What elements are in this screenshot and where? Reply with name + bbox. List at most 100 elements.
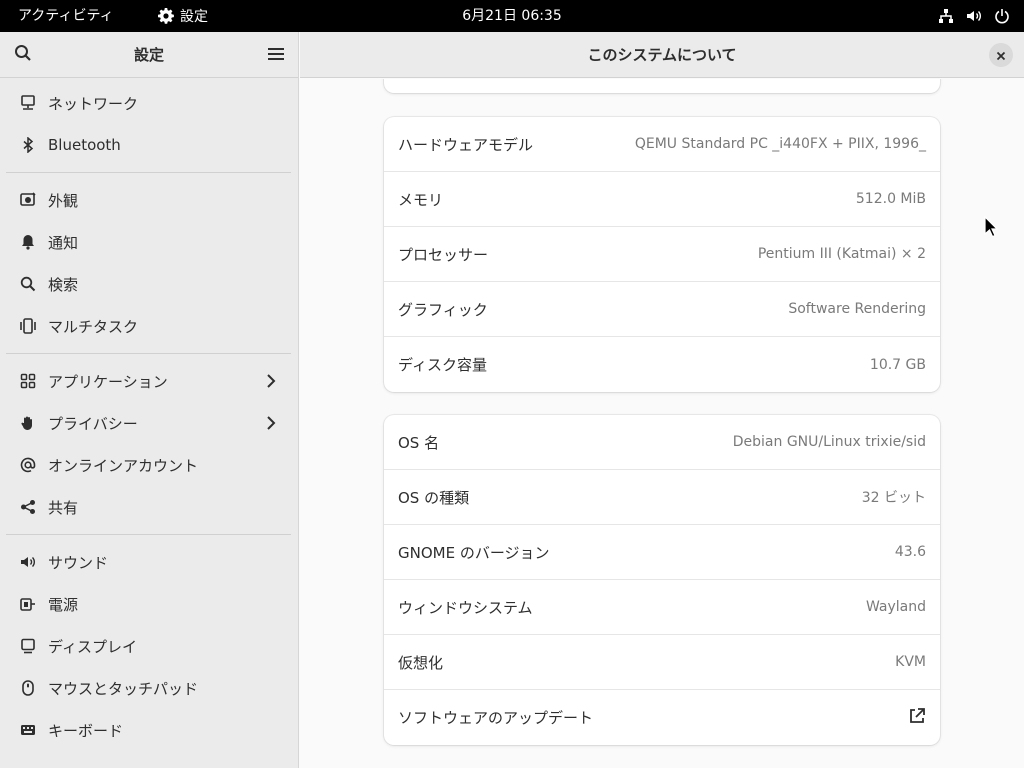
sidebar-item-label: マウスとタッチパッド (48, 679, 199, 698)
external-link-icon (908, 707, 926, 729)
sidebar-list: ネットワーク Bluetooth 外観 通知 検索 マルチタスク アプリケーショ… (0, 78, 298, 751)
scroll-content[interactable]: ハードウェアモデル QEMU Standard PC _i440FX + PII… (300, 79, 1024, 768)
sidebar-item-privacy[interactable]: プライバシー (0, 402, 298, 444)
settings-window: 設定 ネットワーク Bluetooth 外観 通知 検索 マルチタスク アプリケ… (0, 32, 1024, 768)
bluetooth-icon (19, 136, 37, 154)
power-icon (994, 8, 1010, 24)
info-row-os-name: OS 名 Debian GNU/Linux trixie/sid (384, 415, 940, 470)
sidebar-header: 設定 (0, 32, 298, 78)
multitasking-icon (19, 317, 37, 335)
apps-grid-icon (19, 372, 37, 390)
page-title: このシステムについて (587, 46, 737, 64)
sidebar-item-label: ネットワーク (48, 94, 139, 113)
keyboard-icon (19, 721, 37, 739)
info-row-memory: メモリ 512.0 MiB (384, 172, 940, 227)
mouse-pointer-icon (984, 215, 999, 242)
hand-icon (19, 414, 37, 432)
info-value: 43.6 (894, 544, 926, 560)
sidebar-item-label: 外観 (48, 191, 79, 210)
main-header: このシステムについて (300, 32, 1024, 78)
sidebar-item-label: プライバシー (48, 414, 138, 433)
sidebar-item-bluetooth[interactable]: Bluetooth (0, 124, 298, 166)
info-label: GNOME のバージョン (398, 543, 550, 562)
hardware-info-card: ハードウェアモデル QEMU Standard PC _i440FX + PII… (384, 117, 940, 392)
sidebar-item-label: 電源 (48, 595, 79, 614)
sidebar-item-display[interactable]: ディスプレイ (0, 625, 298, 667)
sidebar-item-notifications[interactable]: 通知 (0, 221, 298, 263)
info-row-gnome-version: GNOME のバージョン 43.6 (384, 525, 940, 580)
software-updates-row[interactable]: ソフトウェアのアップデート (384, 690, 940, 745)
sidebar-separator (6, 353, 291, 354)
info-label: グラフィック (398, 300, 488, 319)
chevron-right-icon (266, 415, 276, 435)
info-label: プロセッサー (398, 245, 489, 264)
sidebar-item-label: ディスプレイ (48, 637, 137, 656)
info-value: 32 ビット (861, 490, 926, 506)
info-value: KVM (895, 654, 926, 670)
mouse-icon (19, 679, 37, 697)
speaker-icon (19, 553, 37, 571)
close-button[interactable] (989, 43, 1013, 67)
sidebar-item-power[interactable]: 電源 (0, 583, 298, 625)
hamburger-icon (268, 46, 284, 65)
clock[interactable]: 6月21日 06:35 (0, 0, 1024, 32)
network-icon (19, 94, 37, 112)
at-icon (19, 456, 37, 474)
sidebar-item-network[interactable]: ネットワーク (0, 82, 298, 124)
sidebar-separator (6, 534, 291, 535)
system-tray[interactable] (938, 0, 1010, 32)
software-info-card: OS 名 Debian GNU/Linux trixie/sid OS の種類 … (384, 415, 940, 745)
sidebar-item-mouse-touchpad[interactable]: マウスとタッチパッド (0, 667, 298, 709)
sidebar-item-label: 通知 (48, 233, 79, 252)
search-icon (19, 275, 37, 293)
chevron-right-icon (266, 373, 276, 393)
device-name-card (384, 79, 940, 93)
wired-network-icon (938, 8, 954, 24)
sidebar-item-label: Bluetooth (48, 136, 121, 154)
info-row-os-type: OS の種類 32 ビット (384, 470, 940, 525)
info-value: Pentium III (Katmai) × 2 (757, 246, 926, 262)
sidebar-separator (6, 172, 291, 173)
info-label: 仮想化 (398, 653, 444, 672)
info-label: ハードウェアモデル (398, 135, 534, 154)
info-label: OS の種類 (398, 488, 470, 507)
sidebar-item-keyboard[interactable]: キーボード (0, 709, 298, 751)
display-icon (19, 637, 37, 655)
info-row-graphics: グラフィック Software Rendering (384, 282, 940, 337)
sidebar-item-search[interactable]: 検索 (0, 263, 298, 305)
sidebar-item-appearance[interactable]: 外観 (0, 179, 298, 221)
sidebar-item-online-accounts[interactable]: オンラインアカウント (0, 444, 298, 486)
sidebar-item-label: アプリケーション (48, 372, 168, 391)
info-label: OS 名 (398, 433, 440, 452)
sidebar-item-applications[interactable]: アプリケーション (0, 360, 298, 402)
info-label: ディスク容量 (398, 356, 487, 374)
info-value: Debian GNU/Linux trixie/sid (732, 434, 926, 450)
sidebar-title: 設定 (133, 46, 164, 64)
sidebar-item-multitasking[interactable]: マルチタスク (0, 305, 298, 347)
info-label: ウィンドウシステム (398, 598, 533, 617)
sidebar-item-label: マルチタスク (48, 317, 139, 336)
info-value: Software Rendering (788, 301, 926, 317)
sidebar-item-sharing[interactable]: 共有 (0, 486, 298, 528)
sidebar-item-label: サウンド (48, 553, 109, 572)
info-row-windowing-system: ウィンドウシステム Wayland (384, 580, 940, 635)
info-value: 512.0 MiB (855, 191, 926, 207)
sidebar-item-label: 検索 (48, 275, 79, 294)
info-row-disk-capacity: ディスク容量 10.7 GB (384, 337, 940, 392)
sidebar-item-label: キーボード (48, 721, 124, 740)
appearance-icon (19, 191, 37, 209)
close-icon (996, 46, 1006, 65)
sidebar-item-label: 共有 (48, 498, 79, 517)
main-menu-button[interactable] (264, 43, 288, 67)
info-row-virtualization: 仮想化 KVM (384, 635, 940, 690)
sidebar-item-label: オンラインアカウント (48, 456, 199, 475)
info-value: 10.7 GB (869, 356, 926, 373)
sidebar-item-sound[interactable]: サウンド (0, 541, 298, 583)
main-pane: このシステムについて ハードウェアモデル QEMU Standard PC _i… (300, 32, 1024, 768)
share-icon (19, 498, 37, 516)
bell-icon (19, 233, 37, 251)
info-value: Wayland (865, 599, 926, 615)
info-label: ソフトウェアのアップデート (398, 709, 594, 727)
volume-icon (966, 8, 982, 24)
info-label: メモリ (398, 190, 444, 209)
